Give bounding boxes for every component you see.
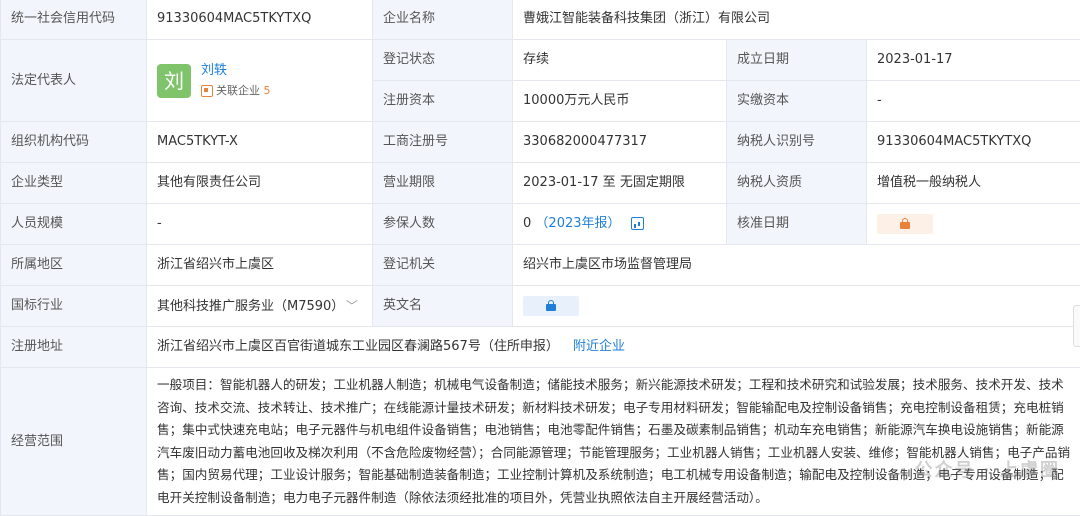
table-row: 注册地址 浙江省绍兴市上虞区百官街道城东工业园区春澜路567号（住所申报） 附近… <box>1 327 1080 368</box>
paid-capital-label: 实缴资本 <box>727 81 867 122</box>
reg-capital-value: 10000万元人民币 <box>513 81 727 122</box>
table-row: 法定代表人 刘 刘轶 关联企业 5 登记状态 存续 成立日期 2023-01-1… <box>1 40 1080 81</box>
biz-reg-no-value: 330682000477317 <box>513 122 727 163</box>
lock-icon <box>546 300 556 311</box>
taxpayer-qual-value: 增值税一般纳税人 <box>867 163 1080 204</box>
legal-rep-info: 刘轶 关联企业 5 <box>201 61 271 101</box>
industry-label: 国标行业 <box>1 286 147 327</box>
table-row: 企业类型 其他有限责任公司 营业期限 2023-01-17 至 无固定期限 纳税… <box>1 163 1080 204</box>
approval-date-cell <box>867 204 1080 245</box>
taxpayer-qual-label: 纳税人资质 <box>727 163 867 204</box>
reg-status-label: 登记状态 <box>373 40 513 81</box>
established-label: 成立日期 <box>727 40 867 81</box>
company-info-panel: 统一社会信用代码 91330604MAC5TKYTXQ 企业名称 曹娥江智能装备… <box>0 0 1080 513</box>
table-row: 国标行业 其他科技推广服务业（M7590） ﹀ 英文名 <box>1 286 1080 327</box>
reg-address-label: 注册地址 <box>1 327 147 368</box>
biz-reg-no-label: 工商注册号 <box>373 122 513 163</box>
english-name-label: 英文名 <box>373 286 513 327</box>
taxpayer-id-label: 纳税人识别号 <box>727 122 867 163</box>
credit-code-label: 统一社会信用代码 <box>1 0 147 40</box>
scope-label: 经营范围 <box>1 368 147 516</box>
insured-value-cell: 0 （2023年报） <box>513 204 727 245</box>
insured-label: 参保人数 <box>373 204 513 245</box>
legal-rep-name-link[interactable]: 刘轶 <box>201 61 271 81</box>
legal-rep-label: 法定代表人 <box>1 40 147 122</box>
table-row: 人员规模 - 参保人数 0 （2023年报） 核准日期 <box>1 204 1080 245</box>
org-code-value: MAC5TKYT-X <box>147 122 373 163</box>
staff-size-value: - <box>147 204 373 245</box>
region-label: 所属地区 <box>1 245 147 286</box>
company-name-label: 企业名称 <box>373 0 513 40</box>
related-company-badge[interactable]: 关联企业 5 <box>201 81 271 101</box>
approval-date-label: 核准日期 <box>727 204 867 245</box>
insured-count: 0 <box>523 216 531 231</box>
credit-code-value: 91330604MAC5TKYTXQ <box>147 0 373 40</box>
reg-address-cell: 浙江省绍兴市上虞区百官街道城东工业园区春澜路567号（住所申报） 附近企业 <box>147 327 1080 368</box>
biz-term-value: 2023-01-17 至 无固定期限 <box>513 163 727 204</box>
taxpayer-id-value: 91330604MAC5TKYTXQ <box>867 122 1080 163</box>
lock-icon <box>900 218 910 229</box>
related-company-count: 5 <box>264 84 271 97</box>
staff-size-label: 人员规模 <box>1 204 147 245</box>
scope-value: 一般项目：智能机器人的研发；工业机器人制造；机械电气设备制造；储能技术服务；新兴… <box>147 368 1080 516</box>
industry-cell[interactable]: 其他科技推广服务业（M7590） ﹀ <box>147 286 373 327</box>
nearby-companies-link[interactable]: 附近企业 <box>573 339 625 354</box>
company-name-value: 曹娥江智能装备科技集团（浙江）有限公司 <box>513 0 1080 40</box>
paid-capital-value: - <box>867 81 1080 122</box>
english-name-cell <box>513 286 1080 327</box>
legal-rep: 刘 刘轶 关联企业 5 <box>157 61 362 101</box>
reg-capital-label: 注册资本 <box>373 81 513 122</box>
annual-report-link[interactable]: （2023年报） <box>535 216 620 231</box>
report-chart-icon[interactable] <box>631 217 644 230</box>
table-row: 经营范围 一般项目：智能机器人的研发；工业机器人制造；机械电气设备制造；储能技术… <box>1 368 1080 516</box>
related-company-icon <box>201 85 213 97</box>
industry-value: 其他科技推广服务业（M7590） <box>157 299 338 314</box>
reg-status-value: 存续 <box>513 40 727 81</box>
table-row: 统一社会信用代码 91330604MAC5TKYTXQ 企业名称 曹娥江智能装备… <box>1 0 1080 40</box>
table-row: 所属地区 浙江省绍兴市上虞区 登记机关 绍兴市上虞区市场监督管理局 <box>1 245 1080 286</box>
side-scroll-tab[interactable] <box>1073 305 1080 347</box>
established-value: 2023-01-17 <box>867 40 1080 81</box>
chevron-down-icon[interactable]: ﹀ <box>346 299 358 313</box>
company-type-label: 企业类型 <box>1 163 147 204</box>
biz-term-label: 营业期限 <box>373 163 513 204</box>
avatar[interactable]: 刘 <box>157 64 191 98</box>
reg-address-value: 浙江省绍兴市上虞区百官街道城东工业园区春澜路567号（住所申报） <box>157 339 559 354</box>
approval-date-locked[interactable] <box>877 214 933 234</box>
table-row: 组织机构代码 MAC5TKYT-X 工商注册号 330682000477317 … <box>1 122 1080 163</box>
legal-rep-cell: 刘 刘轶 关联企业 5 <box>147 40 373 122</box>
org-code-label: 组织机构代码 <box>1 122 147 163</box>
company-type-value: 其他有限责任公司 <box>147 163 373 204</box>
english-name-locked[interactable] <box>523 296 579 316</box>
company-info-table: 统一社会信用代码 91330604MAC5TKYTXQ 企业名称 曹娥江智能装备… <box>0 0 1080 516</box>
related-company-label: 关联企业 <box>216 84 260 97</box>
reg-authority-value: 绍兴市上虞区市场监督管理局 <box>513 245 1080 286</box>
reg-authority-label: 登记机关 <box>373 245 513 286</box>
region-value: 浙江省绍兴市上虞区 <box>147 245 373 286</box>
